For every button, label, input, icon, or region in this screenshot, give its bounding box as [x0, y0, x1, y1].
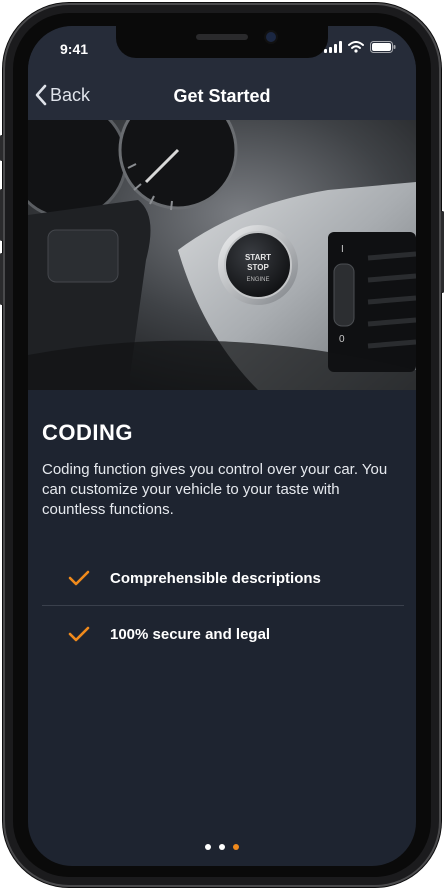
status-time: 9:41	[60, 41, 89, 57]
page-title: Get Started	[173, 86, 271, 106]
vent-wheel	[333, 263, 355, 327]
car-interior-image: I 0 START STOP ENGINE	[28, 120, 416, 390]
battery-icon	[370, 41, 396, 53]
stalk-switch	[47, 229, 119, 283]
feature-label: 100% secure and legal	[110, 625, 271, 643]
hero-image: I 0 START STOP ENGINE	[28, 120, 416, 390]
status-icons	[324, 41, 396, 53]
checkmark-icon	[64, 626, 94, 642]
page-dot[interactable]	[205, 844, 211, 850]
start-text: START	[245, 253, 271, 262]
app-screen: 9:41 Back Get Started I 0 START STOP ENG…	[28, 26, 416, 866]
notch	[116, 26, 328, 58]
silent-switch	[0, 135, 3, 161]
vent-mark-top: I	[341, 244, 344, 255]
feature-label: Comprehensible descriptions	[110, 569, 321, 587]
page-indicator[interactable]	[28, 844, 416, 850]
navigation-bar: Back Get Started	[28, 72, 416, 120]
engine-text: ENGINE	[246, 277, 269, 283]
wifi-icon	[348, 41, 364, 53]
front-camera	[266, 32, 276, 42]
feature-item: Comprehensible descriptions	[42, 550, 404, 606]
section-heading: CODING	[42, 420, 133, 445]
page-dot-active[interactable]	[233, 844, 239, 850]
volume-down-button	[0, 253, 3, 305]
section-description: Coding function gives you control over y…	[42, 461, 388, 518]
stop-text: STOP	[247, 263, 269, 272]
page-dot[interactable]	[219, 844, 225, 850]
feature-item: 100% secure and legal	[42, 606, 404, 662]
vent-mark-bottom: 0	[339, 334, 345, 345]
speaker	[196, 34, 248, 40]
volume-up-button	[0, 189, 3, 241]
power-button	[441, 211, 444, 293]
intro-content: CODING Coding function gives you control…	[42, 420, 402, 520]
checkmark-icon	[64, 570, 94, 586]
